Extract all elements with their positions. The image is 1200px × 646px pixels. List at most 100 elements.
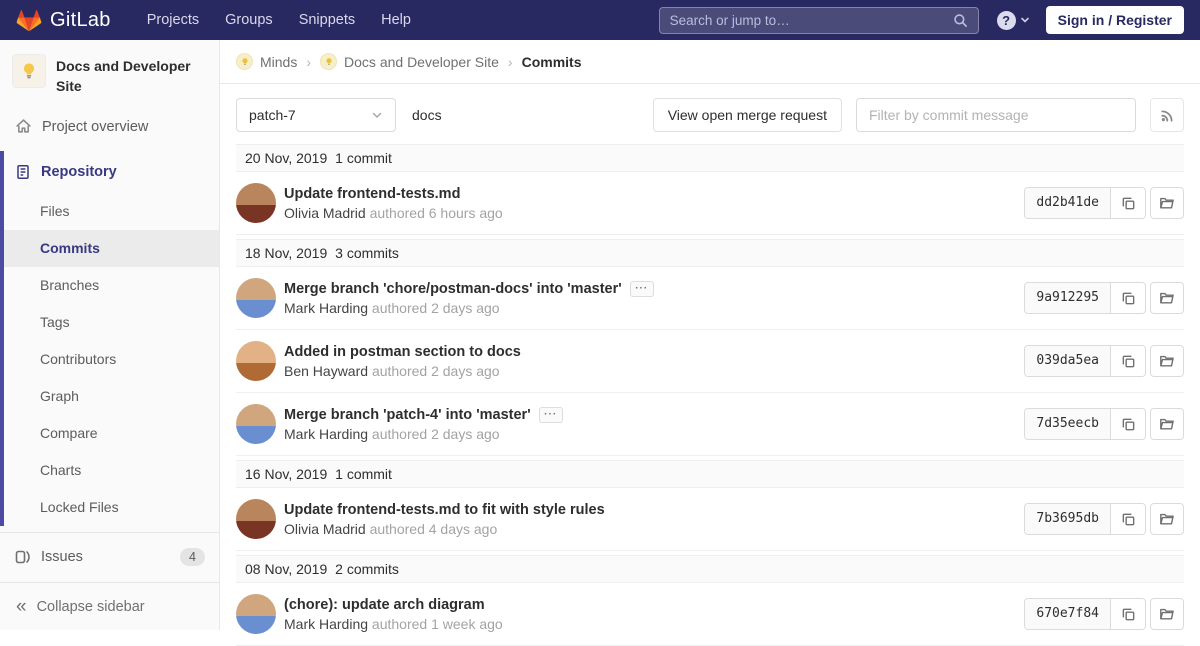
copy-sha-button[interactable] [1111, 599, 1145, 629]
commit-time: authored 6 hours ago [370, 205, 503, 221]
sidebar-item-issues[interactable]: Issues 4 [0, 533, 219, 581]
commit-sha[interactable]: 039da5ea [1025, 346, 1111, 376]
browse-files-button[interactable] [1150, 503, 1184, 535]
copy-sha-button[interactable] [1111, 346, 1145, 376]
copy-sha-button[interactable] [1111, 283, 1145, 313]
issues-icon [15, 549, 31, 565]
commit-date-header: 16 Nov, 2019 1 commit [236, 460, 1184, 488]
home-icon [15, 118, 32, 135]
commit-count: 2 commits [335, 561, 399, 577]
gitlab-logo[interactable]: GitLab [16, 7, 111, 33]
commit-date: 20 Nov, 2019 [245, 150, 327, 166]
commit-sha[interactable]: 670e7f84 [1025, 599, 1111, 629]
commit-title[interactable]: Merge branch 'patch-4' into 'master' [284, 407, 531, 423]
sidebar-subitem-locked-files[interactable]: Locked Files [4, 489, 219, 526]
sidebar-item-label: Issues [41, 549, 83, 565]
author-avatar[interactable] [236, 278, 276, 318]
browse-files-button[interactable] [1150, 345, 1184, 377]
sidebar-subitem-files[interactable]: Files [4, 193, 219, 230]
project-sidebar: Docs and Developer Site Project overview… [0, 40, 220, 630]
browse-files-button[interactable] [1150, 187, 1184, 219]
commit-list: 20 Nov, 2019 1 commit Update frontend-te… [236, 144, 1184, 646]
sidebar-subitem-tags[interactable]: Tags [4, 304, 219, 341]
commit-date-header: 20 Nov, 2019 1 commit [236, 144, 1184, 172]
sidebar-item-repository[interactable]: Repository [4, 151, 219, 193]
copy-sha-button[interactable] [1111, 409, 1145, 439]
project-header[interactable]: Docs and Developer Site [0, 40, 219, 107]
breadcrumb-avatar [320, 53, 337, 70]
commit-date: 16 Nov, 2019 [245, 466, 327, 482]
author-avatar[interactable] [236, 594, 276, 634]
collapse-sidebar-button[interactable]: « Collapse sidebar [0, 582, 219, 630]
commit-meta: Ben Hayward authored 2 days ago [284, 363, 521, 379]
sidebar-item-project-overview[interactable]: Project overview [0, 107, 219, 147]
sidebar-subitem-commits[interactable]: Commits [4, 230, 219, 267]
copy-sha-button[interactable] [1111, 188, 1145, 218]
commit-title[interactable]: Merge branch 'chore/postman-docs' into '… [284, 281, 622, 297]
branch-selector[interactable]: patch-7 [236, 98, 396, 132]
author-avatar[interactable] [236, 499, 276, 539]
expand-description-button[interactable]: ··· [630, 281, 654, 297]
commit-filter-input[interactable] [856, 98, 1136, 132]
navbar-menu-item-snippets[interactable]: Snippets [299, 12, 355, 28]
commit-sha[interactable]: 7b3695db [1025, 504, 1111, 534]
help-menu[interactable]: ? [997, 11, 1030, 30]
sign-in-register-button[interactable]: Sign in / Register [1046, 6, 1184, 34]
commit-title[interactable]: Update frontend-tests.md [284, 186, 460, 202]
commit-title[interactable]: Update frontend-tests.md to fit with sty… [284, 502, 605, 518]
search-input[interactable] [670, 13, 953, 28]
commit-count: 3 commits [335, 245, 399, 261]
commit-author[interactable]: Olivia Madrid [284, 521, 366, 537]
commit-author[interactable]: Mark Harding [284, 426, 368, 442]
browse-files-button[interactable] [1150, 282, 1184, 314]
navbar-menu-item-projects[interactable]: Projects [147, 12, 199, 28]
commit-time: authored 2 days ago [372, 300, 500, 316]
sidebar-subitem-compare[interactable]: Compare [4, 415, 219, 452]
breadcrumb-item: Commits [522, 54, 582, 70]
commit-title[interactable]: Added in postman section to docs [284, 344, 521, 360]
author-avatar[interactable] [236, 183, 276, 223]
navbar-menu-item-groups[interactable]: Groups [225, 12, 273, 28]
navbar-menu-item-help[interactable]: Help [381, 12, 411, 28]
double-chevron-left-icon: « [16, 597, 27, 616]
commit-author[interactable]: Olivia Madrid [284, 205, 366, 221]
commit-sha-group: dd2b41de [1024, 187, 1146, 219]
breadcrumb-separator-icon: › [306, 54, 311, 70]
copy-icon [1121, 512, 1136, 527]
commit-meta: Mark Harding authored 2 days ago [284, 300, 654, 316]
branch-name: patch-7 [249, 107, 296, 123]
sidebar-subitem-charts[interactable]: Charts [4, 452, 219, 489]
commit-author[interactable]: Ben Hayward [284, 363, 368, 379]
copy-icon [1121, 196, 1136, 211]
sidebar-subitem-branches[interactable]: Branches [4, 267, 219, 304]
copy-icon [1121, 354, 1136, 369]
view-open-merge-request-button[interactable]: View open merge request [653, 98, 842, 132]
commit-sha[interactable]: dd2b41de [1025, 188, 1111, 218]
sidebar-subitem-contributors[interactable]: Contributors [4, 341, 219, 378]
commit-sha[interactable]: 9a912295 [1025, 283, 1111, 313]
commits-feed-button[interactable] [1150, 98, 1184, 132]
commit-time: authored 2 days ago [372, 426, 500, 442]
commit-author[interactable]: Mark Harding [284, 300, 368, 316]
commit-row: Update frontend-tests.md Olivia Madrid a… [236, 172, 1184, 235]
commit-sha-group: 7d35eecb [1024, 408, 1146, 440]
browse-files-button[interactable] [1150, 408, 1184, 440]
breadcrumb-item[interactable]: Minds [236, 53, 297, 70]
breadcrumb-item[interactable]: Docs and Developer Site [320, 53, 499, 70]
browse-files-button[interactable] [1150, 598, 1184, 630]
commit-sha-group: 7b3695db [1024, 503, 1146, 535]
author-avatar[interactable] [236, 404, 276, 444]
commit-count: 1 commit [335, 466, 392, 482]
copy-sha-button[interactable] [1111, 504, 1145, 534]
commit-meta: Olivia Madrid authored 4 days ago [284, 521, 605, 537]
expand-description-button[interactable]: ··· [539, 407, 563, 423]
global-search[interactable] [659, 7, 979, 34]
sidebar-subitem-graph[interactable]: Graph [4, 378, 219, 415]
commit-sha[interactable]: 7d35eecb [1025, 409, 1111, 439]
commit-author[interactable]: Mark Harding [284, 616, 368, 632]
commit-date-header: 08 Nov, 2019 2 commits [236, 555, 1184, 583]
author-avatar[interactable] [236, 341, 276, 381]
commit-title[interactable]: (chore): update arch diagram [284, 597, 485, 613]
folder-icon [1159, 353, 1175, 369]
commit-meta: Olivia Madrid authored 6 hours ago [284, 205, 503, 221]
